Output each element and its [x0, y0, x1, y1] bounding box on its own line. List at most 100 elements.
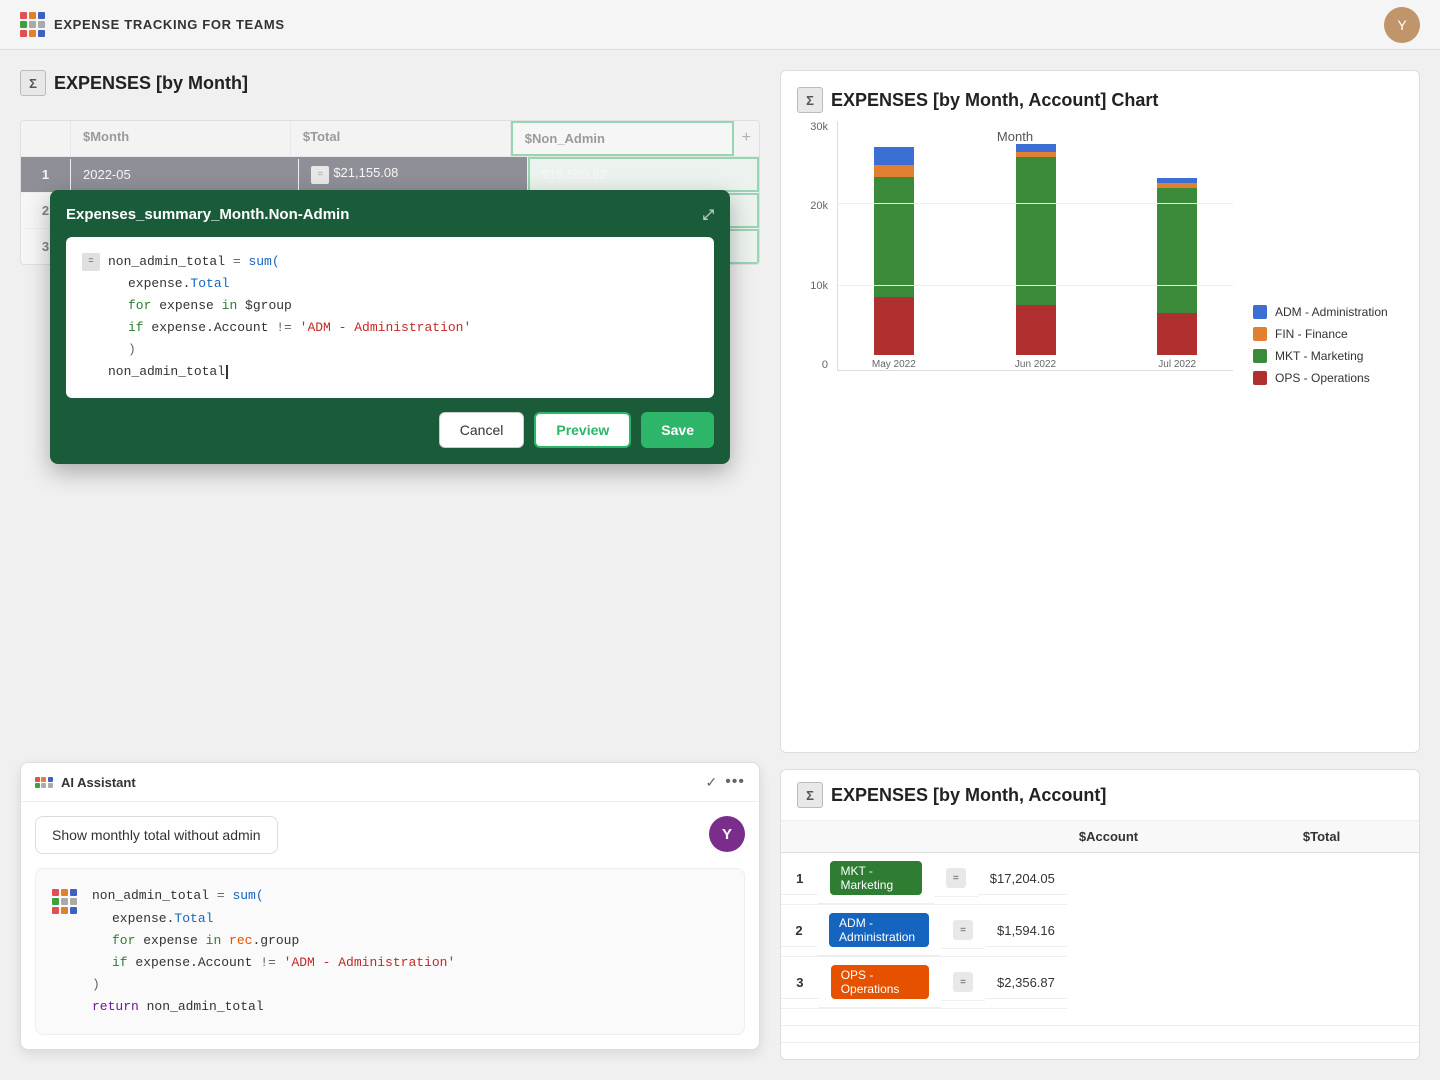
- left-section-header: Σ EXPENSES [by Month]: [20, 70, 760, 104]
- main-content: Σ EXPENSES [by Month] $Month $Total $Non…: [0, 50, 1440, 1080]
- bar-group-jul: Jul 2022: [1121, 178, 1233, 370]
- sigma-icon-chart: Σ: [797, 87, 823, 113]
- bar-adm-may: [874, 147, 914, 165]
- row-non-admin-1: $19,560.92: [528, 157, 759, 192]
- bar-group-jun: Jun 2022: [980, 144, 1092, 370]
- ai-chat-area: Show monthly total without admin Y: [21, 802, 759, 868]
- formula-title: Expenses_summary_Month.Non-Admin ⤢: [66, 206, 714, 223]
- row-total-1: =$21,155.08: [299, 157, 527, 192]
- account-badge-adm: ADM - Administration: [829, 913, 929, 947]
- legend-label-adm: ADM - Administration: [1275, 305, 1388, 319]
- right-total-header-eq: [1241, 821, 1291, 853]
- right-table-header: Σ EXPENSES [by Month, Account]: [781, 770, 1419, 821]
- left-panel: Σ EXPENSES [by Month] $Month $Total $Non…: [20, 70, 760, 1060]
- sigma-icon-right-table: Σ: [797, 782, 823, 808]
- y-label-0: 0: [797, 359, 828, 371]
- non-admin-header: $Non_Admin: [511, 121, 734, 156]
- chart-bars-wrap: May 2022 Jun 2022: [837, 121, 1233, 371]
- right-eq-1: =: [934, 860, 978, 897]
- left-section-title: EXPENSES [by Month]: [54, 73, 248, 94]
- right-table-title: EXPENSES [by Month, Account]: [831, 785, 1106, 806]
- expand-icon[interactable]: ⤢: [703, 206, 714, 223]
- legend-ops: OPS - Operations: [1253, 371, 1403, 385]
- preview-button[interactable]: Preview: [534, 412, 631, 448]
- formula-code-area[interactable]: = non_admin_total = sum( expense.Total f…: [66, 237, 714, 398]
- chart-y-axis: 30k 20k 10k 0: [797, 121, 832, 371]
- y-label-20k: 20k: [797, 200, 828, 212]
- account-badge-mkt: MKT - Marketing: [830, 861, 921, 895]
- right-table-row[interactable]: 1 MKT - Marketing = $17,204.05: [781, 853, 1067, 905]
- account-header: $Account: [1067, 821, 1241, 853]
- eq-btn-3[interactable]: =: [953, 972, 973, 992]
- chart-section-header: Σ EXPENSES [by Month, Account] Chart: [797, 87, 1403, 113]
- account-badge-ops: OPS - Operations: [831, 965, 929, 999]
- row-month-1: 2022-05: [71, 159, 299, 190]
- right-idx-3: 3: [781, 967, 819, 999]
- bar-adm-jun: [1016, 144, 1056, 152]
- table-header-row: $Month $Total $Non_Admin +: [21, 121, 759, 157]
- eq-btn-2[interactable]: =: [953, 920, 973, 940]
- ai-code-response: non_admin_total = sum( expense.Total for…: [35, 868, 745, 1035]
- right-table-row[interactable]: 2 ADM - Administration = $1,594.16: [781, 905, 1067, 957]
- formula-eq-icon: =: [82, 253, 100, 271]
- right-table-section: Σ EXPENSES [by Month, Account] $Account …: [780, 769, 1420, 1060]
- right-account-1: MKT - Marketing: [818, 853, 933, 904]
- user-avatar[interactable]: Y: [1384, 7, 1420, 43]
- user-avatar-chat: Y: [709, 816, 745, 852]
- bar-label-may: May 2022: [872, 359, 916, 370]
- eq-btn-1[interactable]: =: [946, 868, 966, 888]
- right-eq-2: =: [941, 912, 985, 949]
- ai-code-icon: [52, 889, 76, 914]
- dots-menu[interactable]: •••: [725, 773, 745, 791]
- formula-editor: Expenses_summary_Month.Non-Admin ⤢ = non…: [50, 190, 730, 464]
- right-idx-2: 2: [781, 915, 817, 947]
- legend-adm: ADM - Administration: [1253, 305, 1403, 319]
- add-column-button[interactable]: +: [734, 121, 759, 156]
- chart-title: EXPENSES [by Month, Account] Chart: [831, 90, 1158, 111]
- ai-header-left: AI Assistant: [35, 775, 136, 790]
- check-icon: ✓: [705, 774, 717, 791]
- right-panel: Σ EXPENSES [by Month, Account] Chart 30k…: [780, 70, 1420, 1060]
- app-header: Expense Tracking for Teams Y: [0, 0, 1440, 50]
- code-line-3: for expense in $group: [82, 295, 698, 317]
- chart-container: 30k 20k 10k 0: [797, 121, 1403, 401]
- legend-label-mkt: MKT - Marketing: [1275, 349, 1363, 363]
- bar-mkt-jul: [1157, 188, 1197, 313]
- bar-ops-jun: [1016, 305, 1056, 355]
- right-total-3: $2,356.87: [985, 967, 1067, 999]
- bar-label-jun: Jun 2022: [1015, 359, 1056, 370]
- right-account-2: ADM - Administration: [817, 905, 941, 956]
- save-button[interactable]: Save: [641, 412, 714, 448]
- ai-header: AI Assistant ✓ •••: [21, 763, 759, 802]
- right-table-row[interactable]: 3 OPS - Operations = $2,356.87: [781, 957, 1067, 1009]
- chart-area: 30k 20k 10k 0: [797, 121, 1233, 401]
- right-table-empty-row: [781, 1026, 1419, 1043]
- bar-label-jul: Jul 2022: [1158, 359, 1196, 370]
- header-left: Expense Tracking for Teams: [20, 12, 285, 37]
- ai-header-right: ✓ •••: [705, 773, 745, 791]
- chart-legend: ADM - Administration FIN - Finance MKT -…: [1253, 289, 1403, 401]
- right-table-empty-row: [781, 1009, 1419, 1026]
- legend-fin: FIN - Finance: [1253, 327, 1403, 341]
- month-header: $Month: [71, 121, 291, 156]
- cancel-button[interactable]: Cancel: [439, 412, 525, 448]
- app-title: Expense Tracking for Teams: [54, 17, 285, 32]
- code-line-6: non_admin_total: [82, 361, 698, 383]
- ai-icon: [35, 777, 53, 788]
- right-total-header: $Total: [1291, 821, 1419, 853]
- right-data-table: $Account $Total 1 MKT - Marketing = $17,…: [781, 821, 1419, 1059]
- sigma-icon-left: Σ: [20, 70, 46, 96]
- row-idx-1: 1: [21, 159, 71, 190]
- legend-color-mkt: [1253, 349, 1267, 363]
- table-row[interactable]: 1 2022-05 =$21,155.08 $19,560.92: [21, 157, 759, 193]
- right-total-1: $17,204.05: [978, 863, 1067, 895]
- y-label-10k: 10k: [797, 280, 828, 292]
- code-line-1: = non_admin_total = sum(: [82, 251, 698, 273]
- total-header: $Total: [291, 121, 511, 156]
- y-label-30k: 30k: [797, 121, 828, 133]
- right-total-2: $1,594.16: [985, 915, 1067, 947]
- eq-icon: =: [311, 166, 329, 184]
- legend-color-adm: [1253, 305, 1267, 319]
- ai-code-block: non_admin_total = sum( expense.Total for…: [92, 885, 455, 1018]
- right-table-header-row: $Account $Total: [781, 821, 1419, 853]
